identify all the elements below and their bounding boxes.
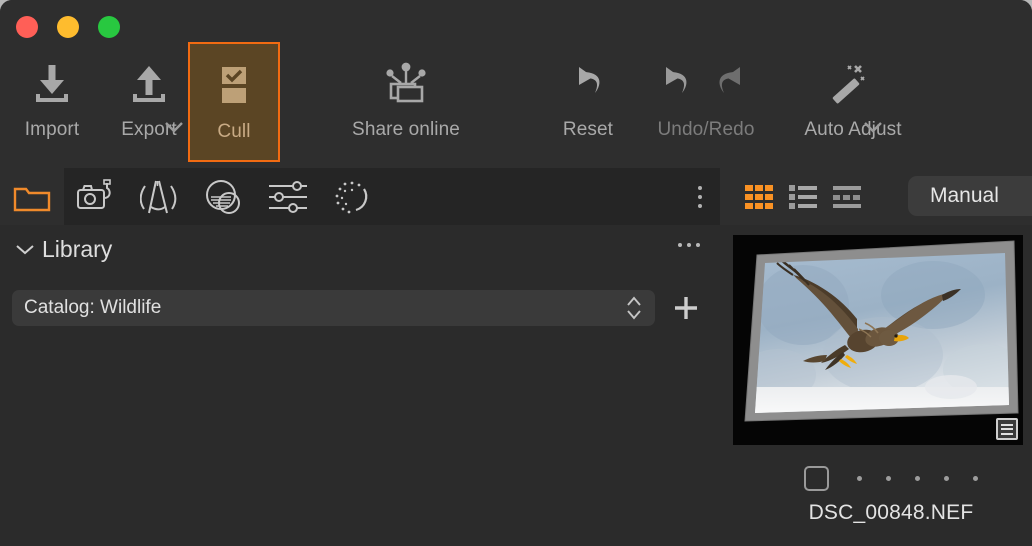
auto-adjust-button[interactable]: Auto Adjust xyxy=(775,42,931,162)
rating-dot[interactable] xyxy=(973,475,978,481)
window-controls xyxy=(16,16,120,38)
thumbnail-cell[interactable]: DSC_00848.NEF xyxy=(733,235,1023,524)
library-section-header: Library xyxy=(0,225,720,273)
module-exposure-dial[interactable] xyxy=(320,168,384,225)
share-online-button[interactable]: Share online xyxy=(318,42,494,162)
undo-redo-icon xyxy=(630,42,782,118)
library-panel: Library Catalog: Wildlife xyxy=(0,225,720,546)
auto-adjust-label: Auto Adjust xyxy=(804,119,902,140)
module-tethered-capture[interactable] xyxy=(64,168,128,225)
filmstrip-view-icon xyxy=(832,184,862,210)
add-catalog-button[interactable] xyxy=(669,291,703,325)
rating-dot[interactable] xyxy=(886,475,891,481)
chevron-down-icon[interactable] xyxy=(14,243,36,256)
list-view-icon xyxy=(788,184,818,210)
module-color-editor[interactable] xyxy=(192,168,256,225)
cull-button[interactable]: Cull xyxy=(188,42,280,162)
kebab-vertical-icon xyxy=(698,185,702,190)
application-window: Import Export Cull Share online Reset Un… xyxy=(0,0,1032,546)
module-lens-correction[interactable] xyxy=(128,168,192,225)
sliders-icon xyxy=(267,179,309,215)
thumbnail-metadata: DSC_00848.NEF xyxy=(746,463,1032,525)
rating-dot[interactable] xyxy=(944,475,949,481)
thumbnail-image-frame[interactable] xyxy=(733,235,1023,445)
kebab-dot xyxy=(698,203,702,208)
export-chevron-down-icon[interactable] xyxy=(163,120,185,134)
download-arrow-icon xyxy=(6,42,98,118)
auto-adjust-chevron-down-icon[interactable] xyxy=(862,120,884,134)
undo-redo-label: Undo/Redo xyxy=(657,119,755,140)
tab-grid-view[interactable] xyxy=(740,180,778,214)
module-overflow-menu[interactable] xyxy=(698,185,702,208)
ellipsis-dot xyxy=(696,243,700,247)
cull-label: Cull xyxy=(217,121,251,142)
folder-icon xyxy=(12,180,52,214)
star-rating-control[interactable] xyxy=(857,475,978,481)
pick-checkbox[interactable] xyxy=(804,465,829,491)
stepper-up-down-icon[interactable] xyxy=(625,295,643,321)
eagle-in-flight-photo xyxy=(733,235,1023,445)
kebab-dot xyxy=(698,194,702,199)
share-online-icon xyxy=(318,42,494,118)
minimize-window-button[interactable] xyxy=(57,16,79,38)
import-button[interactable]: Import xyxy=(6,42,98,162)
export-button[interactable]: Export xyxy=(103,42,195,162)
module-library-folder[interactable] xyxy=(0,168,64,225)
browser-toolbar: Manual xyxy=(720,168,1032,225)
maximize-window-button[interactable] xyxy=(98,16,120,38)
reset-label: Reset xyxy=(562,119,614,140)
plus-icon xyxy=(671,293,701,323)
rating-dot[interactable] xyxy=(915,475,920,481)
lens-icon xyxy=(140,178,180,216)
cull-checkbox-icon xyxy=(190,44,278,120)
ellipsis-icon xyxy=(678,243,682,247)
magic-wand-icon xyxy=(775,42,931,118)
main-toolbar: Import Export Cull Share online Reset Un… xyxy=(0,42,1032,168)
camera-cable-icon xyxy=(75,178,117,215)
thumbnail-grid: DSC_00848.NEF xyxy=(720,225,1032,546)
ellipsis-dot xyxy=(687,243,691,247)
dotted-dial-icon xyxy=(332,178,372,216)
rating-dot[interactable] xyxy=(857,475,862,481)
title-bar xyxy=(0,0,1032,42)
library-overflow-menu[interactable] xyxy=(678,243,700,247)
metadata-list-icon[interactable] xyxy=(996,418,1018,440)
color-sphere-icon xyxy=(203,178,245,216)
page-title: Library xyxy=(42,235,113,262)
catalog-select-value: Catalog: Wildlife xyxy=(24,297,162,318)
thumbnail-filename: DSC_00848.NEF xyxy=(808,501,974,524)
catalog-select[interactable]: Catalog: Wildlife xyxy=(12,290,655,326)
close-window-button[interactable] xyxy=(16,16,38,38)
grid-view-icon xyxy=(744,184,774,210)
module-tool-bar xyxy=(0,168,720,225)
undo-redo-button[interactable]: Undo/Redo xyxy=(630,42,782,162)
catalog-selector-row: Catalog: Wildlife xyxy=(0,286,720,330)
sort-order-select[interactable]: Manual xyxy=(908,176,1032,216)
view-mode-group xyxy=(740,180,866,214)
module-adjustments[interactable] xyxy=(256,168,320,225)
image-browser-panel: Manual DSC_00848.NEF xyxy=(720,168,1032,546)
upload-arrow-icon xyxy=(103,42,195,118)
tab-filmstrip-view[interactable] xyxy=(828,180,866,214)
sort-order-value: Manual xyxy=(930,184,999,207)
tab-list-view[interactable] xyxy=(784,180,822,214)
rating-row xyxy=(804,463,978,493)
import-label: Import xyxy=(24,119,80,140)
share-online-label: Share online xyxy=(352,119,460,140)
